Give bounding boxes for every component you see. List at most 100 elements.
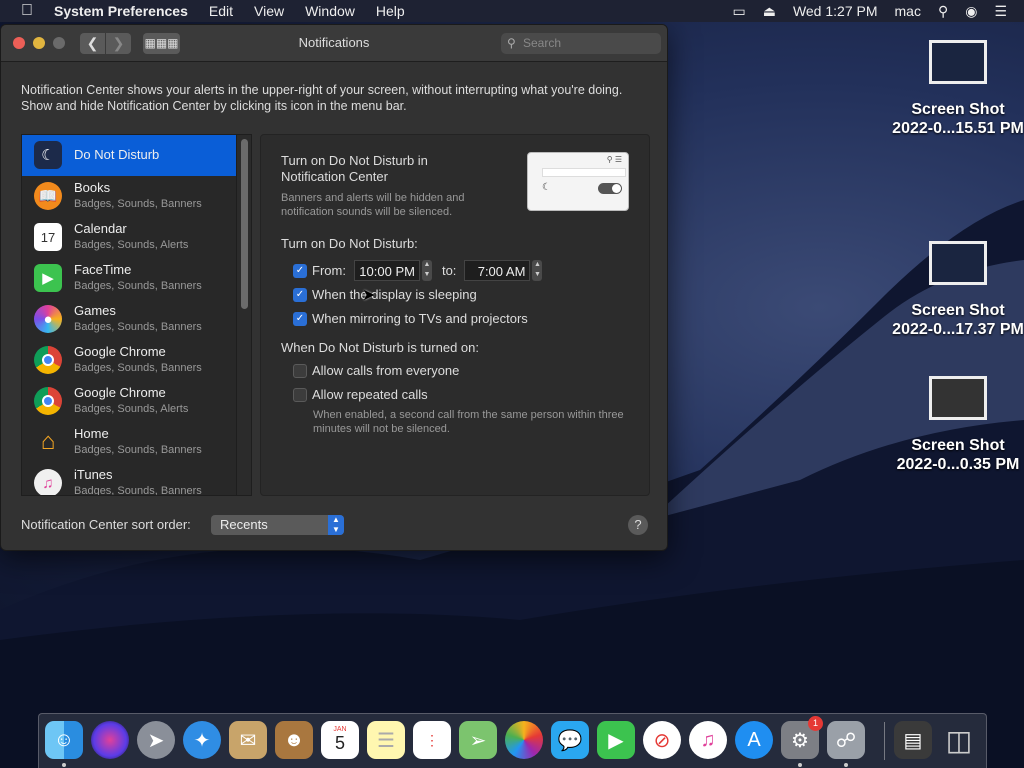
- downloads-stack-icon[interactable]: ▤: [894, 721, 932, 759]
- schedule-row: ✓ From: 10:00 PM ▲ ▼ to: 7:00 AM ▲ ▼: [293, 260, 543, 281]
- menu-edit[interactable]: Edit: [209, 3, 233, 19]
- app-list-scrollbar[interactable]: [236, 135, 251, 495]
- safari-icon[interactable]: ✦: [183, 721, 221, 759]
- itunes-icon[interactable]: ♫: [689, 721, 727, 759]
- allow-repeated-checkbox[interactable]: [293, 387, 307, 402]
- calendar-icon[interactable]: JAN 5: [321, 721, 359, 759]
- app-item-books[interactable]: 📖 Books Badges, Sounds, Banners: [22, 176, 238, 217]
- app-alert-style: Badges, Sounds, Alerts: [74, 239, 189, 251]
- notifications-window: ❮ ❯ ▦▦▦ Notifications ⚲ Search Notificat…: [0, 24, 668, 551]
- menu-view[interactable]: View: [254, 3, 284, 19]
- display-sleeping-checkbox[interactable]: ✓: [293, 287, 307, 302]
- menu-help[interactable]: Help: [376, 3, 405, 19]
- music-icon: ♫: [34, 469, 62, 495]
- running-indicator: [798, 763, 802, 767]
- desktop-file-3[interactable]: Screen Shot 2022-0...0.35 PM: [888, 376, 1024, 474]
- calendar-day: 5: [334, 733, 345, 753]
- photos-icon[interactable]: [505, 721, 543, 759]
- app-item-facetime[interactable]: ▶ FaceTime Badges, Sounds, Banners: [22, 258, 238, 299]
- from-time-field[interactable]: 10:00 PM: [353, 260, 420, 281]
- launchpad-icon[interactable]: ➤: [137, 721, 175, 759]
- app-item-calendar[interactable]: 17 Calendar Badges, Sounds, Alerts: [22, 217, 238, 258]
- app-item-home[interactable]: ⌂ Home Badges, Sounds, Banners: [22, 422, 238, 463]
- to-time-field[interactable]: 7:00 AM: [464, 260, 531, 281]
- user-name[interactable]: mac: [895, 3, 921, 19]
- app-name: Do Not Disturb: [74, 147, 160, 162]
- allow-repeated-label[interactable]: Allow repeated calls: [312, 387, 428, 402]
- scrollbar-thumb[interactable]: [241, 139, 248, 309]
- mail-stamp-icon[interactable]: ✉: [229, 721, 267, 759]
- sort-order-select[interactable]: Recents ▲ ▼: [211, 515, 344, 535]
- siri-icon[interactable]: [91, 721, 129, 759]
- menu-bar:  System Preferences Edit View Window He…: [0, 0, 1024, 22]
- dnd-preview-image: ⚲ ☰ ☾: [527, 152, 629, 211]
- app-alert-style: Badges, Sounds, Banners: [74, 198, 202, 210]
- app-name: iTunes: [74, 467, 113, 482]
- search-icon: ⚲: [507, 36, 516, 50]
- from-time-stepper[interactable]: ▲ ▼: [421, 260, 432, 281]
- games-icon: ●: [34, 305, 62, 333]
- airplay-icon[interactable]: ▭: [732, 3, 745, 20]
- app-alert-style: Badges, Sounds, Banners: [74, 362, 202, 374]
- display-sleeping-label[interactable]: When the display is sleeping: [312, 287, 477, 302]
- spotlight-icon[interactable]: ⚲: [938, 3, 948, 20]
- siri-icon[interactable]: ◉: [965, 3, 977, 20]
- file-name-line1: Screen Shot: [911, 302, 1005, 319]
- news-icon[interactable]: ⊘: [643, 721, 681, 759]
- contacts-icon[interactable]: ☻: [275, 721, 313, 759]
- clock[interactable]: Wed 1:27 PM: [793, 3, 878, 19]
- app-item-do-not-disturb[interactable]: ☾ Do Not Disturb: [22, 135, 238, 176]
- app-item-google-chrome[interactable]: Google Chrome Badges, Sounds, Banners: [22, 340, 238, 381]
- maps-icon[interactable]: ➢: [459, 721, 497, 759]
- sort-order-value: Recents: [220, 517, 268, 532]
- chrome-icon: [34, 387, 62, 415]
- file-thumbnail: [929, 241, 987, 285]
- desktop-file-2[interactable]: Screen Shot 2022-0...17.37 PM: [888, 241, 1024, 339]
- mirroring-row: ✓ When mirroring to TVs and projectors: [293, 311, 528, 326]
- preview-toggle-icon: [598, 183, 622, 194]
- to-time-stepper[interactable]: ▲ ▼: [532, 260, 543, 281]
- mirroring-label[interactable]: When mirroring to TVs and projectors: [312, 311, 528, 326]
- app-alert-style: Badges, Sounds, Banners: [74, 485, 202, 496]
- trash-icon[interactable]: ◫: [940, 721, 978, 759]
- menu-window[interactable]: Window: [305, 3, 355, 19]
- app-store-icon[interactable]: A: [735, 721, 773, 759]
- allow-calls-checkbox[interactable]: [293, 363, 307, 378]
- from-checkbox[interactable]: ✓: [293, 263, 307, 278]
- repeated-calls-note: When enabled, a second call from the sam…: [313, 409, 624, 435]
- allow-calls-row: Allow calls from everyone: [293, 363, 459, 378]
- home-icon: ⌂: [40, 428, 56, 455]
- notification-center-icon[interactable]: ☰: [994, 3, 1007, 20]
- menu-app-name[interactable]: System Preferences: [54, 3, 188, 19]
- app-item-google-chrome[interactable]: Google Chrome Badges, Sounds, Alerts: [22, 381, 238, 422]
- allow-calls-label[interactable]: Allow calls from everyone: [312, 363, 459, 378]
- eject-icon[interactable]: ⏏: [763, 3, 776, 20]
- preview-moon-icon: ☾: [542, 182, 551, 193]
- help-button[interactable]: ?: [628, 515, 648, 535]
- finder-icon[interactable]: ☺: [45, 721, 83, 767]
- disk-utility-icon[interactable]: ☍: [827, 721, 865, 767]
- video-icon: ▶: [34, 264, 62, 292]
- reminders-icon[interactable]: ⋮: [413, 721, 451, 759]
- app-item-itunes[interactable]: ♫ iTunes Badges, Sounds, Banners: [22, 463, 238, 496]
- desktop-file-1[interactable]: Screen Shot 2022-0...15.51 PM: [888, 40, 1024, 138]
- messages-icon[interactable]: 💬: [551, 721, 589, 759]
- dock: ☺ ➤ ✦ ✉ ☻ JAN 5 ☰ ⋮ ➢ 💬 ▶ ⊘ ♫ A ⚙ 1 ☍ ▤ ◫: [38, 713, 987, 768]
- facetime-icon[interactable]: ▶: [597, 721, 635, 759]
- calendar-icon: 17: [34, 223, 62, 251]
- display-sleeping-row: ✓ When the display is sleeping: [293, 287, 477, 302]
- app-item-games[interactable]: ● Games Badges, Sounds, Banners: [22, 299, 238, 340]
- file-thumbnail: [929, 40, 987, 84]
- app-list: ☾ Do Not Disturb 📖 Books Badges, Sounds,…: [21, 134, 252, 496]
- when-on-label: When Do Not Disturb is turned on:: [281, 340, 479, 355]
- search-field[interactable]: ⚲ Search: [501, 33, 661, 54]
- notes-icon[interactable]: ☰: [367, 721, 405, 759]
- app-alert-style: Badges, Sounds, Banners: [74, 280, 202, 292]
- system-preferences-icon[interactable]: ⚙ 1: [781, 716, 823, 767]
- app-name: Google Chrome: [74, 385, 166, 400]
- file-thumbnail: [929, 376, 987, 420]
- apple-menu-icon[interactable]: : [16, 2, 38, 20]
- mirroring-checkbox[interactable]: ✓: [293, 311, 307, 326]
- turn-on-label: Turn on Do Not Disturb:: [281, 236, 418, 251]
- to-label: to:: [441, 263, 457, 278]
